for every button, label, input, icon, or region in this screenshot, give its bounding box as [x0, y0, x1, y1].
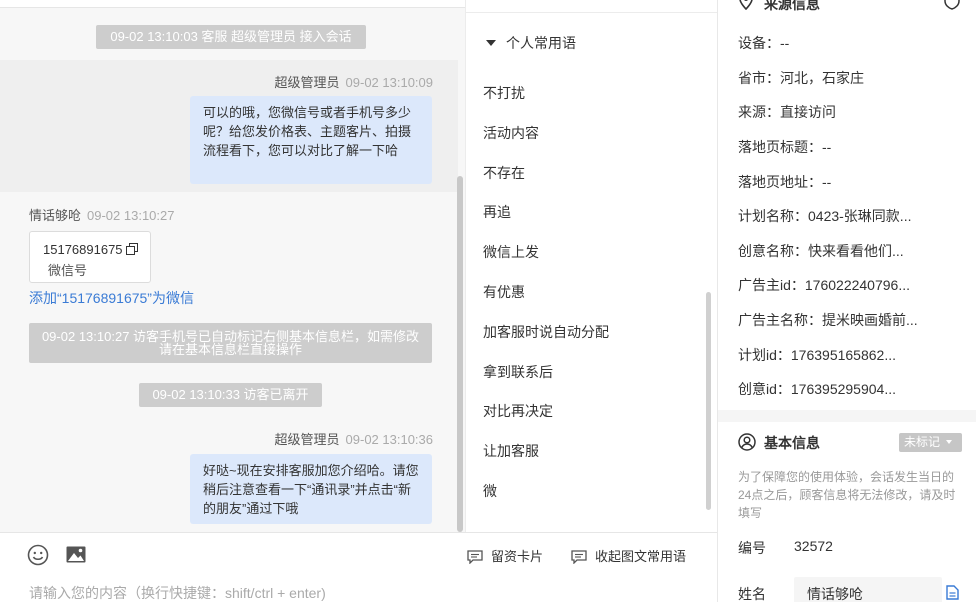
- phrase-item[interactable]: 加客服时说自动分配: [483, 322, 609, 342]
- message-square-icon: [571, 550, 587, 565]
- info-row-plan-id: 计划id：176395165862...: [738, 347, 896, 363]
- basic-info-header: 基本信息: [738, 433, 820, 453]
- info-row-advertiser-name: 广告主名称：提米映画婚前...: [738, 312, 918, 328]
- phrase-item[interactable]: 让加客服: [483, 441, 539, 461]
- customer-service-workspace: 09-02 13:10:03 客服 超级管理员 接入会话 超级管理员 09-02 …: [0, 0, 976, 602]
- visitor-info-panel: 来源信息 设备：-- 省市：河北，石家庄 来源：直接访问 落地页标题：-- 落地…: [718, 0, 976, 602]
- chat-panel[interactable]: 09-02 13:10:03 客服 超级管理员 接入会话 超级管理员 09-02 …: [0, 0, 465, 532]
- resume-card-button[interactable]: 留资卡片: [467, 546, 543, 565]
- collapse-phrases-button[interactable]: 收起图文常用语: [571, 546, 686, 565]
- id-value: 32572: [794, 538, 833, 554]
- location-pin-icon: [739, 0, 753, 10]
- sender-name: 超级管理员: [274, 75, 340, 90]
- caret-down-icon: [486, 40, 496, 46]
- phrase-item[interactable]: 拿到联系后: [483, 362, 553, 382]
- message-input[interactable]: [29, 583, 689, 602]
- user-circle-icon: [738, 433, 756, 451]
- message-time: 09-02 13:10:09: [345, 75, 433, 90]
- phrase-item[interactable]: 活动内容: [483, 123, 539, 143]
- info-row-advertiser-id: 广告主id：176022240796...: [738, 277, 910, 293]
- message-meta: 超级管理员 09-02 13:10:09: [275, 72, 433, 91]
- phrase-item[interactable]: 再追: [483, 202, 511, 222]
- message-square-icon: [467, 550, 483, 565]
- agent-message-bubble: 好哒~现在安排客服加您介绍哈。请您稍后注意查看一下“通讯录”并点击“新的朋友”通…: [190, 454, 432, 524]
- message-composer: 留资卡片 收起图文常用语: [0, 532, 717, 602]
- phrases-scrollbar[interactable]: [706, 292, 711, 510]
- mark-status-label: 未标记: [904, 435, 941, 449]
- phrase-item[interactable]: 不存在: [483, 163, 525, 183]
- info-row-source: 来源：直接访问: [738, 104, 836, 120]
- phrase-item[interactable]: 有优惠: [483, 282, 525, 302]
- basic-info-title: 基本信息: [764, 435, 820, 451]
- system-note: 09-02 13:10:03 客服 超级管理员 接入会话: [96, 25, 366, 49]
- info-row-region: 省市：河北，石家庄: [738, 70, 864, 86]
- phrases-top-divider: [466, 12, 717, 13]
- info-row-device: 设备：--: [738, 35, 790, 51]
- info-row-creative-id: 创意id：176395295904...: [738, 381, 896, 397]
- info-row-landing-title: 落地页标题：--: [738, 139, 832, 155]
- copy-icon[interactable]: [126, 243, 138, 255]
- wechat-number: 15176891675: [43, 242, 123, 257]
- info-row-plan-name: 计划名称：0423-张琳同款...: [738, 208, 912, 224]
- message-meta: 超级管理员 09-02 13:10:36: [275, 429, 433, 448]
- message-time: 09-02 13:10:27: [87, 208, 175, 223]
- image-icon[interactable]: [65, 544, 87, 566]
- chat-top-edge: [0, 0, 465, 8]
- phrase-item[interactable]: 对比再决定: [483, 401, 553, 421]
- phrase-item[interactable]: 不打扰: [483, 83, 525, 103]
- collapse-phrases-label: 收起图文常用语: [595, 549, 687, 564]
- chat-scrollbar[interactable]: [457, 176, 463, 532]
- phrases-group-label: 个人常用语: [506, 35, 576, 51]
- info-row-creative-name: 创意名称：快来看看他们...: [738, 243, 904, 259]
- mark-status-dropdown[interactable]: 未标记: [899, 433, 962, 452]
- info-row-landing-url: 落地页地址：--: [738, 174, 832, 190]
- message-meta: 情话够呛 09-02 13:10:27: [29, 205, 174, 224]
- document-icon[interactable]: [946, 585, 959, 600]
- agent-message-bubble: 可以的哦，您微信号或者手机号多少呢？给您发价格表、主题客片、拍摄流程看下，您可以…: [190, 96, 432, 184]
- section-separator: [718, 410, 976, 422]
- name-field[interactable]: 情话够呛: [794, 577, 942, 602]
- caret-down-icon: [946, 440, 953, 444]
- wechat-card[interactable]: 15176891675 微信号: [29, 231, 151, 283]
- sender-name: 超级管理员: [274, 432, 340, 447]
- system-note: 09-02 13:10:27 访客手机号已自动标记右侧基本信息栏，如需修改请在基…: [29, 323, 432, 363]
- phrase-item[interactable]: 微信上发: [483, 242, 539, 262]
- source-info-title: 来源信息: [764, 0, 820, 12]
- message-time: 09-02 13:10:36: [345, 432, 433, 447]
- id-label: 编号: [738, 540, 766, 556]
- add-wechat-link[interactable]: 添加“15176891675”为微信: [29, 288, 194, 308]
- system-note: 09-02 13:10:33 访客已离开: [139, 383, 322, 407]
- resume-card-label: 留资卡片: [491, 549, 544, 564]
- emoji-icon[interactable]: [27, 544, 49, 566]
- shield-icon: [944, 0, 960, 10]
- phrases-group-header[interactable]: 个人常用语: [486, 33, 576, 53]
- sender-name: 情话够呛: [29, 208, 82, 223]
- name-label: 姓名: [738, 586, 766, 602]
- wechat-label: 微信号: [48, 263, 88, 278]
- common-phrases-panel: 个人常用语 不打扰 活动内容 不存在 再追 微信上发 有优惠 加客服时说自动分配…: [465, 0, 717, 532]
- phrase-item[interactable]: 微: [483, 481, 497, 501]
- edit-deadline-notice: 为了保障您的使用体验，会话发生当日的24点之后，顾客信息将无法修改，请及时填写: [738, 470, 956, 520]
